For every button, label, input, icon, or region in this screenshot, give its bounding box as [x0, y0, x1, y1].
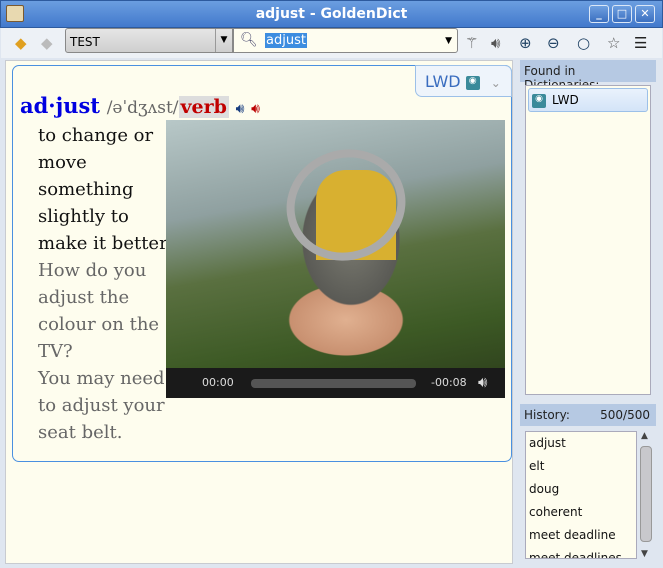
- history-item[interactable]: coherent: [526, 501, 636, 524]
- history-item[interactable]: meet deadlines: [526, 547, 636, 558]
- star-icon[interactable]: ☆: [607, 35, 620, 51]
- maximize-button[interactable]: □: [612, 5, 632, 23]
- history-scrollbar[interactable]: ▲ ▼: [638, 431, 654, 559]
- headword: ad·just: [20, 93, 100, 118]
- dictionary-icon: ◉: [465, 75, 480, 90]
- forward-arrow-icon[interactable]: ◆: [41, 35, 53, 51]
- close-button[interactable]: ✕: [635, 5, 655, 23]
- minimize-button[interactable]: _: [589, 5, 609, 23]
- video-player[interactable]: 00:00 -00:08 🔊︎: [166, 120, 505, 398]
- current-time: 00:00: [202, 376, 234, 389]
- dictionary-badge[interactable]: LWD ◉ ⌄: [415, 65, 512, 97]
- dictionary-icon: ◉: [532, 93, 546, 108]
- history-header: History: 500/500: [520, 404, 656, 426]
- group-value: TEST: [70, 35, 100, 49]
- window-title: adjust - GoldenDict: [255, 6, 408, 22]
- pronunciation: /əˈdʒʌst/: [106, 98, 179, 118]
- group-combo[interactable]: TEST ▼: [65, 28, 233, 53]
- magic-wand-icon[interactable]: ⚚: [465, 35, 478, 51]
- dictionary-list: ◉ LWD: [525, 85, 651, 395]
- zoom-reset-icon[interactable]: ○: [577, 35, 590, 51]
- history-count: 500/500: [600, 408, 650, 422]
- dictionary-article: LWD ◉ ⌄ ad·just /əˈdʒʌst/verb 🔊︎ 🔊︎ to c…: [12, 65, 512, 462]
- history-item[interactable]: doug: [526, 478, 636, 501]
- headword-line: ad·just /əˈdʒʌst/verb 🔊︎ 🔊︎: [20, 93, 260, 118]
- history-item[interactable]: meet deadline: [526, 524, 636, 547]
- dictionary-name: LWD: [425, 72, 461, 91]
- video-controls: 00:00 -00:08 🔊︎: [166, 368, 505, 398]
- seek-slider[interactable]: [251, 379, 416, 388]
- back-arrow-icon[interactable]: ◆: [15, 35, 27, 51]
- scroll-down-icon[interactable]: ▼: [641, 549, 648, 559]
- dictionary-item[interactable]: ◉ LWD: [528, 88, 648, 112]
- chevron-down-icon[interactable]: ⌄: [491, 76, 501, 90]
- found-in-dictionaries-panel: Found in Dictionaries: ◉ LWD: [520, 60, 656, 397]
- scroll-thumb[interactable]: [640, 446, 652, 542]
- history-list: adjust elt doug coherent meet deadline m…: [525, 431, 637, 559]
- definition: to change or move something slightly to …: [38, 125, 168, 254]
- part-of-speech: verb: [178, 96, 229, 118]
- history-panel: History: 500/500 adjust elt doug coherent…: [520, 404, 656, 564]
- zoom-in-icon[interactable]: ⊕: [519, 35, 532, 51]
- search-input[interactable]: 🔍︎ adjust ▼: [233, 28, 458, 53]
- definition-block: to change or move something slightly to …: [38, 122, 173, 446]
- article-view: LWD ◉ ⌄ ad·just /əˈdʒʌst/verb 🔊︎ 🔊︎ to c…: [5, 60, 513, 564]
- panel-header: Found in Dictionaries:: [520, 60, 656, 92]
- history-item[interactable]: adjust: [526, 432, 636, 455]
- search-query: adjust: [265, 33, 307, 48]
- american-audio-icon[interactable]: 🔊︎: [251, 101, 260, 117]
- history-title: History:: [524, 408, 570, 422]
- search-icon: 🔍︎: [240, 32, 258, 48]
- toolbar: ◆ ◆ TEST ▼ 🔍︎ adjust ▼ ⚚ 🔊︎ ⊕ ⊖ ○ ☆ ☰: [1, 28, 662, 58]
- video-frame-mirror: [270, 132, 422, 278]
- example: How do you adjust the colour on the TV?: [38, 260, 160, 362]
- british-audio-icon[interactable]: 🔊︎: [236, 101, 245, 117]
- history-item[interactable]: elt: [526, 455, 636, 478]
- menu-icon[interactable]: ☰: [634, 35, 647, 51]
- title-bar: adjust - GoldenDict _ □ ✕: [0, 0, 663, 28]
- chevron-down-icon[interactable]: ▼: [445, 36, 452, 46]
- chevron-down-icon[interactable]: ▼: [215, 29, 232, 52]
- dictionary-item-label: LWD: [552, 93, 579, 107]
- volume-icon[interactable]: 🔊︎: [478, 373, 487, 391]
- example: You may need to adjust your seat belt.: [38, 368, 165, 443]
- speaker-icon[interactable]: 🔊︎: [491, 35, 500, 51]
- remaining-time: -00:08: [431, 376, 467, 389]
- scroll-up-icon[interactable]: ▲: [641, 431, 648, 441]
- zoom-out-icon[interactable]: ⊖: [547, 35, 560, 51]
